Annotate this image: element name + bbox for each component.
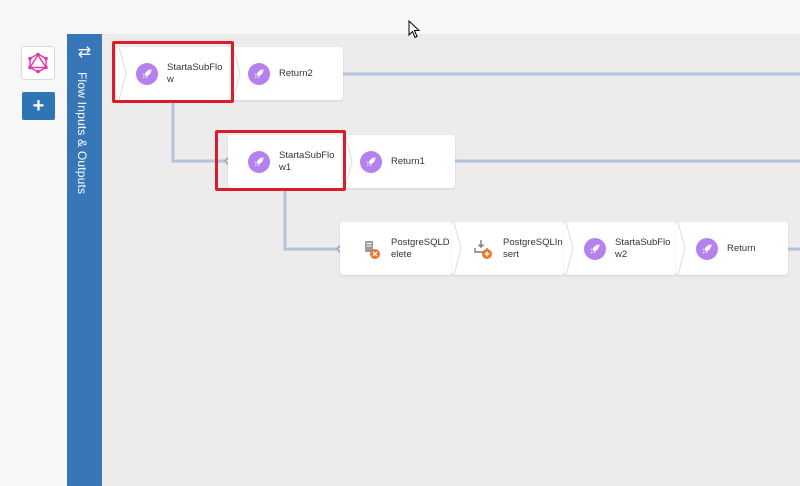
chevron-right-icon — [678, 222, 686, 275]
chevron-right-icon — [233, 47, 241, 100]
activity-label: PostgreSQLInsert — [503, 236, 563, 260]
activity-tile-return[interactable]: Return — [676, 222, 788, 275]
rocket-icon — [360, 150, 382, 173]
branch-connector-2 — [283, 188, 338, 251]
activity-tile-return1[interactable]: Return1 — [343, 135, 455, 188]
chevron-right-icon — [454, 222, 462, 275]
activity-label: Return — [727, 242, 756, 254]
rocket-icon — [696, 237, 718, 260]
rocket-icon — [584, 237, 606, 260]
postgres-insert-icon — [472, 238, 494, 260]
activity-tile-postgresql-insert[interactable]: PostgreSQLInsert — [452, 222, 564, 275]
activity-tile-start-subflow2[interactable]: StartaSubFlow2 — [564, 222, 676, 275]
mouse-cursor-icon — [408, 20, 421, 39]
activity-label: Return2 — [279, 67, 313, 79]
highlight-box — [112, 41, 234, 103]
activity-label: PostgreSQLDelete — [391, 236, 450, 260]
activity-label: StartaSubFlow2 — [615, 236, 671, 260]
highlight-box — [215, 130, 346, 191]
chevron-right-icon — [566, 222, 574, 275]
chevron-right-icon — [345, 135, 353, 188]
activity-tile-return2[interactable]: Return2 — [231, 47, 343, 100]
activity-label: Return1 — [391, 155, 425, 167]
rocket-icon — [248, 62, 270, 85]
postgres-delete-icon — [360, 238, 382, 260]
activity-tile-postgresql-delete[interactable]: PostgreSQLDelete — [340, 222, 452, 275]
